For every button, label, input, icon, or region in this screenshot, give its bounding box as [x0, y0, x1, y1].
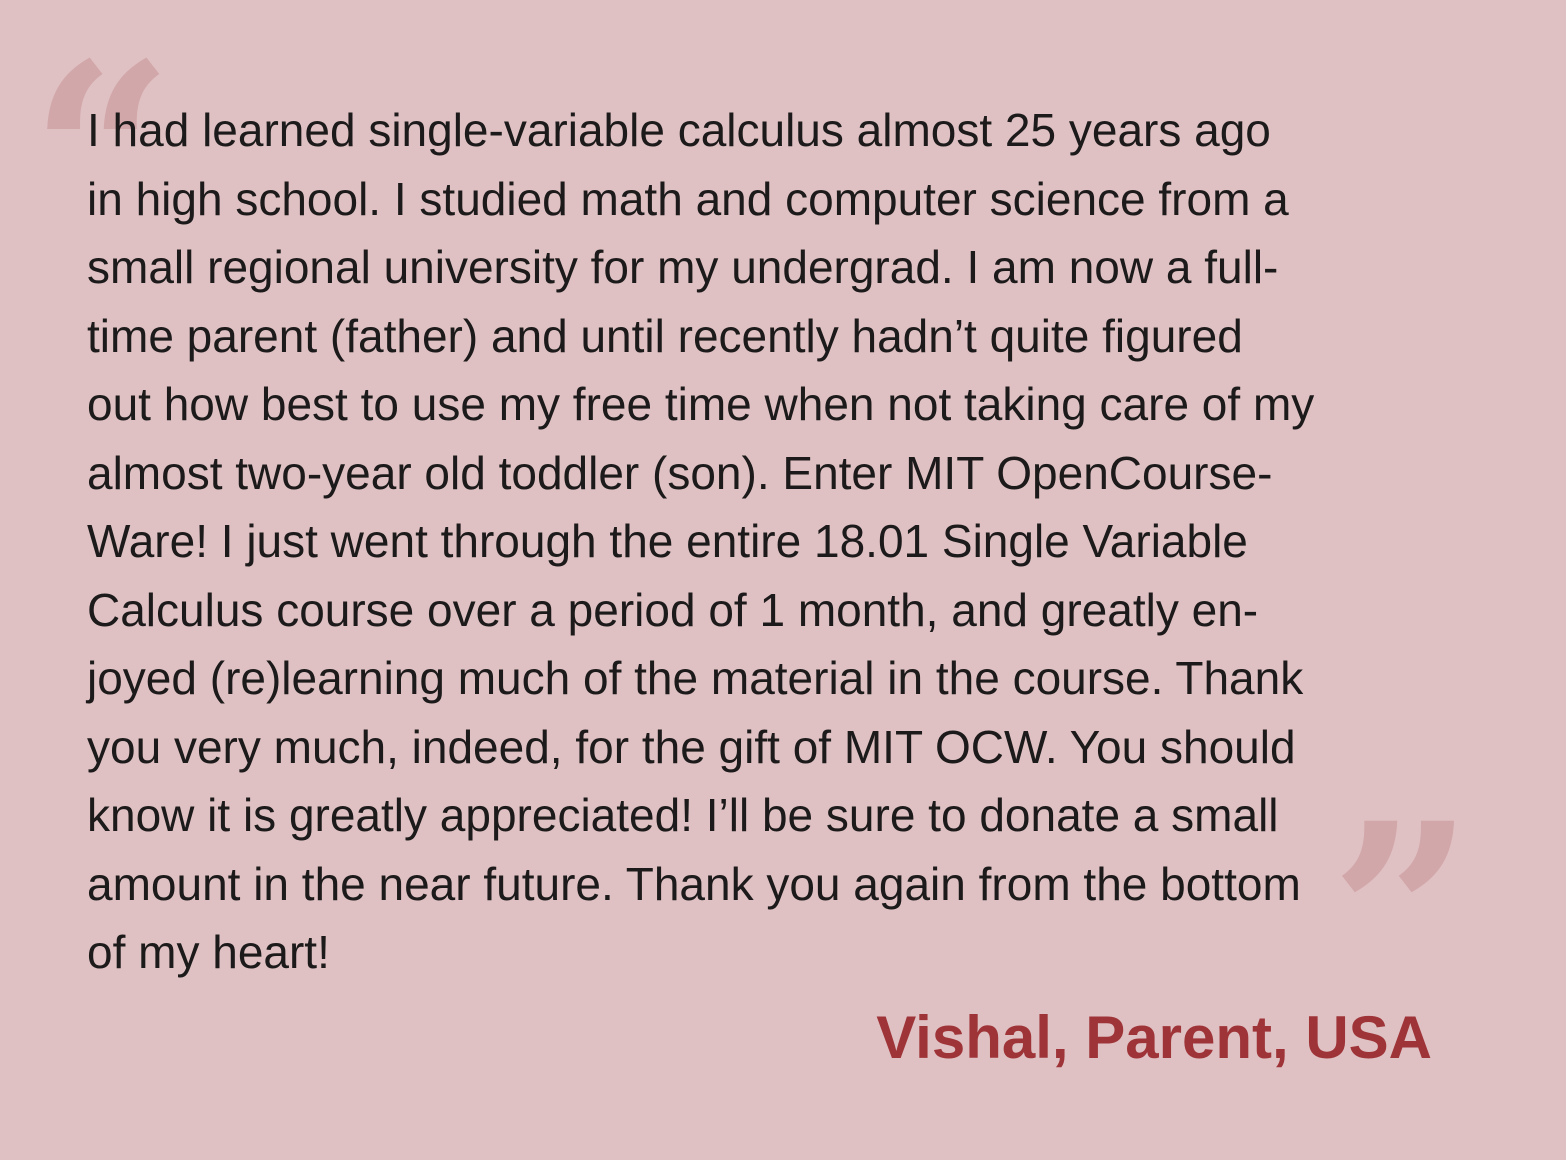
testimonial-line: know it is greatly appreciated! I’ll be …: [87, 789, 1279, 841]
testimonial-line: in high school. I studied math and compu…: [87, 172, 1289, 225]
testimonial-line: Calculus course over a period of 1 month…: [87, 583, 1259, 636]
testimonial-line: time parent (father) and until recently …: [87, 309, 1243, 362]
testimonial-text: I had learned single-variable calculus a…: [87, 96, 1447, 987]
testimonial-line: out how best to use my free time when no…: [87, 378, 1315, 430]
testimonial-line: I had learned single-variable calculus a…: [87, 104, 1271, 156]
testimonial-line: almost two-year old toddler (son). Enter…: [87, 446, 1273, 499]
testimonial-attribution: Vishal, Parent, USA: [876, 1004, 1432, 1071]
testimonial-line: Ware! I just went through the entire 18.…: [87, 515, 1248, 567]
testimonial-card: “ ” I had learned single-variable calcul…: [0, 0, 1566, 1160]
testimonial-line: you very much, indeed, for the gift of M…: [87, 720, 1296, 773]
testimonial-line: of my heart!: [87, 926, 330, 978]
testimonial-line: amount in the near future. Thank you aga…: [87, 857, 1301, 910]
testimonial-line: joyed (re)learning much of the material …: [87, 652, 1304, 704]
testimonial-line: small regional university for my undergr…: [87, 241, 1279, 293]
